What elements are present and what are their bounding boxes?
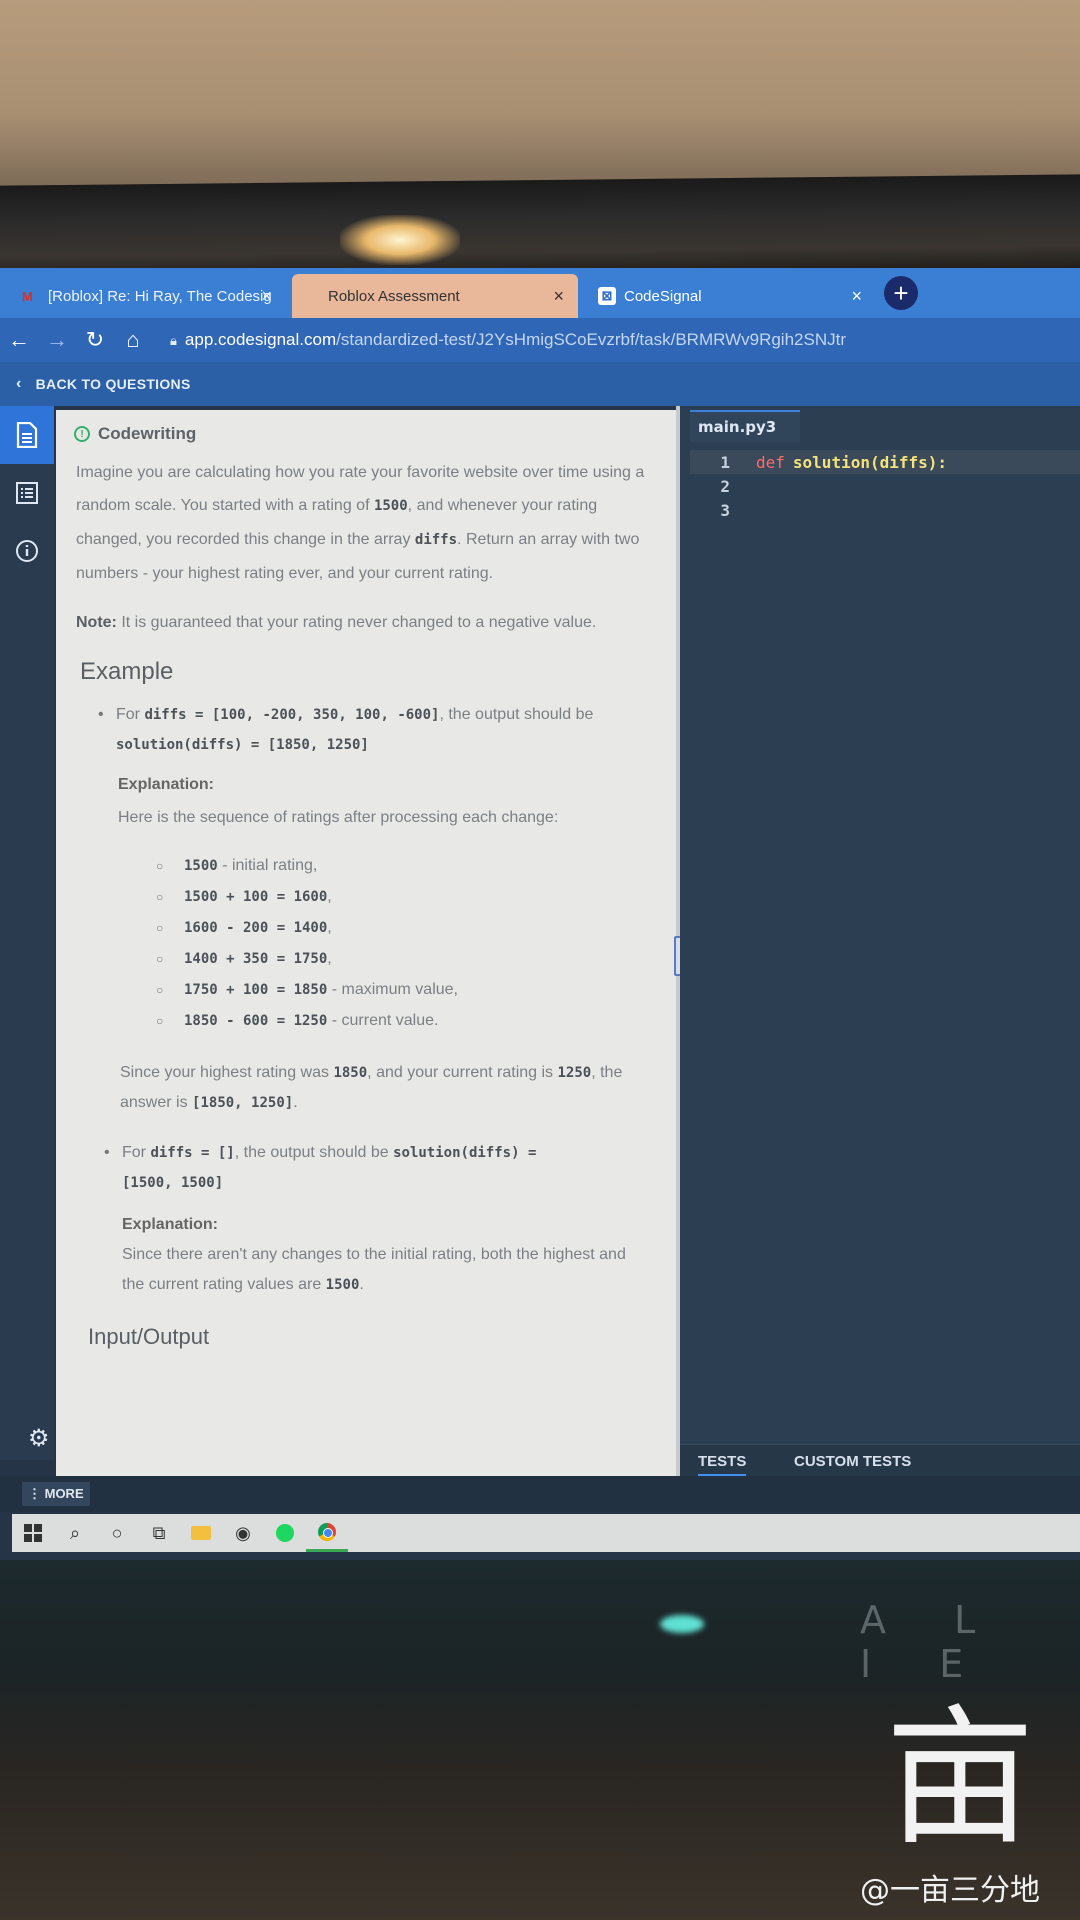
windows-taskbar: ⌕ ○ ⧉ ◉ (12, 1514, 1080, 1552)
example-1-explanation-heading: Explanation: (118, 776, 215, 793)
tab-roblox-email[interactable]: M [Roblox] Re: Hi Ray, The Codesig × (10, 274, 286, 318)
task-note: Note: It is guaranteed that your rating … (76, 614, 597, 631)
step-item: ○ 1600 - 200 = 1400, (156, 919, 332, 936)
example-2-explanation-heading: Explanation: (122, 1216, 219, 1233)
input-output-heading: Input/Output (88, 1324, 210, 1349)
screen: M [Roblox] Re: Hi Ray, The Codesig × Rob… (0, 268, 1080, 1560)
spotify-icon[interactable] (264, 1514, 306, 1552)
section-title: ! Codewriting (74, 424, 196, 444)
tab-custom-tests[interactable]: CUSTOM TESTS (794, 1453, 911, 1470)
url-field[interactable]: 🔒︎ app.codesignal.com/standardized-test/J… (170, 330, 846, 350)
close-icon[interactable]: × (261, 286, 272, 307)
status-icon: ! (74, 426, 90, 442)
close-icon[interactable]: × (553, 286, 564, 307)
gmail-icon: M (22, 289, 33, 304)
chevron-left-icon: ‹ (16, 375, 22, 392)
example-2-explanation: Since there aren't any changes to the in… (122, 1246, 626, 1293)
left-sidebar (0, 406, 54, 1460)
tab-codesignal[interactable]: ⊠ CodeSignal × (586, 274, 876, 318)
tab-tests[interactable]: TESTS (698, 1453, 747, 1476)
task-description-panel: ! Codewriting Imagine you are calculatin… (56, 410, 676, 1476)
example-2: • For diffs = [], the output should be s… (104, 1144, 537, 1191)
settings-gear-icon[interactable]: ⚙ (28, 1424, 50, 1453)
example-1: • For diffs = [100, -200, 350, 100, -600… (98, 706, 594, 753)
step-item: ○ 1500 - initial rating, (156, 857, 318, 874)
code-line[interactable]: 1 def solution(diffs): (690, 450, 1080, 474)
lock-icon: 🔒︎ (170, 333, 177, 348)
tab-label: CodeSignal (624, 287, 702, 305)
file-explorer-icon[interactable] (180, 1514, 222, 1552)
reload-icon[interactable]: ↻ (76, 327, 114, 353)
step-item: ○ 1850 - 600 = 1250 - current value. (156, 1012, 439, 1029)
close-icon[interactable]: × (851, 286, 862, 307)
svg-text:亩: 亩 (885, 1692, 1035, 1860)
forward-arrow-icon[interactable]: → (38, 327, 76, 353)
lamp-reflection (340, 215, 460, 265)
back-label: BACK TO QUESTIONS (35, 376, 191, 392)
cortana-icon[interactable]: ○ (96, 1514, 138, 1552)
back-to-questions-button[interactable]: ‹ BACK TO QUESTIONS (0, 362, 1080, 406)
home-icon[interactable]: ⌂ (114, 327, 152, 353)
background-wall (0, 0, 1080, 190)
list-icon[interactable] (0, 464, 54, 522)
windows-start-icon[interactable] (12, 1514, 54, 1552)
more-button[interactable]: ⋮ MORE (22, 1482, 90, 1506)
new-tab-button[interactable]: + (884, 276, 918, 310)
url-host: app.codesignal.com (184, 330, 337, 349)
step-item: ○ 1500 + 100 = 1600, (156, 888, 332, 905)
browser-tab-bar: M [Roblox] Re: Hi Ray, The Codesig × Rob… (0, 268, 1080, 318)
task-view-icon[interactable]: ⧉ (138, 1514, 180, 1552)
back-arrow-icon[interactable]: ← (0, 327, 38, 353)
watermark-text: @一亩三分地 (860, 1873, 1040, 1908)
keyboard-light (660, 1615, 704, 1633)
search-icon[interactable]: ⌕ (54, 1514, 96, 1552)
example-1-explanation: Here is the sequence of ratings after pr… (118, 809, 559, 826)
code-line[interactable]: 2 (690, 474, 1080, 498)
file-tab[interactable]: main.py3 (690, 410, 800, 442)
info-icon[interactable] (0, 522, 54, 580)
example-1-summary: Since your highest rating was 1850, and … (120, 1064, 623, 1111)
tab-label: Roblox Assessment (328, 287, 460, 305)
monitor-bezel (0, 174, 1080, 281)
description-doc-icon[interactable] (0, 406, 54, 464)
tab-label: [Roblox] Re: Hi Ray, The Codesig (48, 287, 272, 305)
bottom-toolbar: ⋮ MORE (0, 1476, 1080, 1512)
step-item: ○ 1400 + 350 = 1750, (156, 950, 332, 967)
code-line[interactable]: 3 (690, 498, 1080, 522)
tab-roblox-assessment[interactable]: Roblox Assessment × (292, 274, 578, 318)
url-path: /standardized-test/J2YsHmigSCoEvzrbf/tas… (336, 330, 846, 349)
tests-bar: TESTS CUSTOM TESTS (680, 1444, 1080, 1480)
task-intro: Imagine you are calculating how you rate… (76, 464, 645, 582)
address-bar: ← → ↻ ⌂ 🔒︎ app.codesignal.com/standardize… (0, 318, 1080, 362)
chrome-icon[interactable] (306, 1514, 348, 1552)
alienware-icon[interactable]: ◉ (222, 1514, 264, 1552)
watermark-logo: 亩 (885, 1692, 1035, 1860)
step-item: ○ 1750 + 100 = 1850 - maximum value, (156, 981, 458, 998)
example-heading: Example (80, 658, 174, 685)
code-editor[interactable]: main.py3 1 def solution(diffs): 2 3 (680, 406, 1080, 1460)
monitor-brand-text: A L I E (860, 1598, 1004, 1686)
codesignal-icon: ⊠ (598, 287, 616, 305)
